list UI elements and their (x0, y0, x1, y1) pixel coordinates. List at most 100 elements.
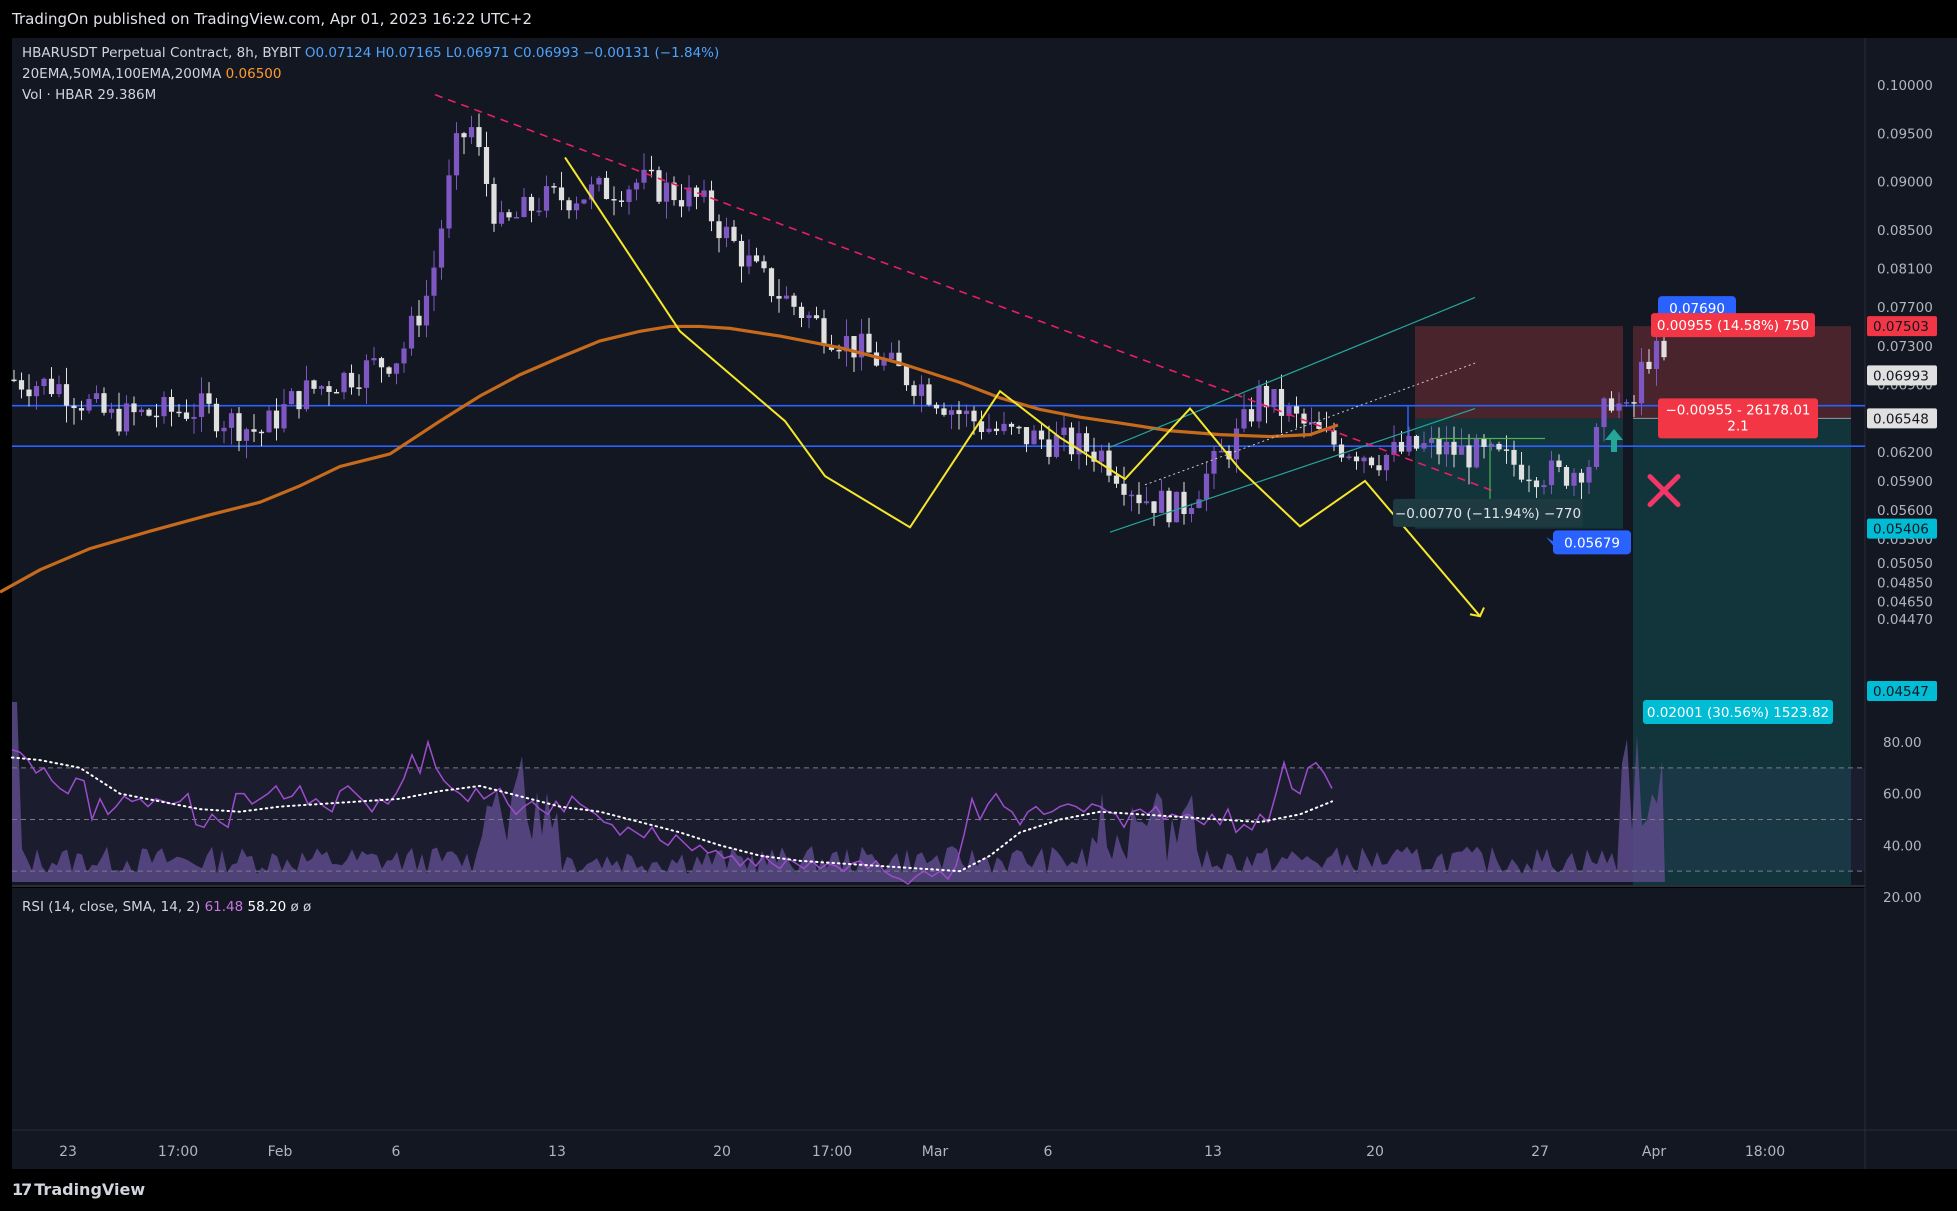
candle-body (1518, 464, 1525, 480)
time-tick-label: 23 (59, 1144, 77, 1160)
candle-body (1181, 491, 1187, 515)
candle-body (461, 133, 467, 138)
candle-body (851, 336, 857, 358)
candle-body (1263, 385, 1270, 408)
candle-body (213, 403, 220, 432)
candle-body (101, 393, 107, 413)
candle-body (1196, 499, 1202, 509)
candle-body (206, 393, 212, 404)
time-tick-label: 17:00 (812, 1144, 852, 1160)
candle-body (333, 391, 340, 394)
candle-body (626, 189, 632, 202)
volume-value: 29.386M (97, 87, 157, 103)
candle-body (123, 403, 130, 432)
candle-body (888, 352, 895, 360)
candle-body (1031, 430, 1037, 445)
candle-body (1068, 427, 1075, 455)
candle-body (416, 315, 422, 326)
candle-body (356, 387, 362, 389)
price-tick-label: 0.09000 (1877, 175, 1933, 191)
candle-body (303, 380, 310, 410)
candle-body (926, 384, 932, 405)
candle-body (1541, 485, 1547, 488)
candle-body (1331, 430, 1337, 445)
candle-body (1023, 427, 1030, 445)
candle-body (281, 404, 287, 429)
candle-body (191, 416, 197, 419)
candle-body (633, 182, 640, 190)
price-label: 0.07503 (1873, 319, 1929, 335)
candle-body (1166, 490, 1172, 523)
price-tick-label: 0.04650 (1877, 595, 1933, 611)
candle-body (813, 315, 820, 319)
candle-body (363, 360, 370, 388)
candle-body (41, 378, 47, 387)
price-tick-label: 0.09500 (1877, 126, 1933, 142)
candle-body (573, 203, 580, 211)
candle-body (476, 127, 482, 148)
candle-body (258, 431, 265, 434)
symbol-legend: HBARUSDT Perpetual Contract, 8h, BYBIT O… (22, 45, 719, 61)
candle-body (783, 295, 790, 299)
time-tick-label: Feb (268, 1144, 293, 1160)
trading-chart[interactable]: 0.10000 0.09500 0.09000 0.08500 0.08100 0.077… (0, 38, 1957, 1169)
candle-body (1638, 361, 1645, 404)
candle-body (1571, 472, 1577, 486)
candle-body (1016, 426, 1022, 429)
candle-body (806, 315, 812, 319)
candle-body (1593, 427, 1600, 467)
candle-body (986, 428, 992, 433)
candle-body (1503, 449, 1510, 451)
candle-body (1203, 473, 1210, 500)
candle-body (1436, 438, 1442, 455)
price-tick-label: 0.08500 (1877, 223, 1933, 239)
candle-body (401, 348, 407, 364)
stop-loss-zone (1415, 326, 1623, 419)
candle-body (716, 221, 722, 239)
candle-body (1233, 428, 1240, 460)
candle-body (821, 318, 827, 346)
tradingview-logo[interactable]: 17 TradingView (12, 1180, 145, 1199)
price-tick-label: 0.08100 (1877, 262, 1933, 278)
time-tick-label: 20 (713, 1144, 731, 1160)
candle-body (1653, 340, 1660, 370)
candle-body (1646, 361, 1652, 370)
candle-body (348, 372, 355, 388)
candle-body (1241, 409, 1247, 429)
candle-body (1038, 430, 1045, 440)
candle-body (836, 349, 842, 352)
price-label: 0.05406 (1873, 522, 1929, 538)
candle-body (941, 408, 947, 415)
candle-body (18, 380, 25, 390)
ma-legend: 20EMA,50MA,100EMA,200MA 0.06500 (22, 66, 281, 82)
candle-body (1458, 445, 1465, 455)
candle-body (918, 384, 925, 396)
candle-body (1173, 491, 1180, 523)
candle-body (1383, 454, 1390, 471)
candle-body (86, 399, 92, 411)
price-tick-label: 0.04850 (1877, 575, 1933, 591)
candle-body (243, 429, 250, 441)
candle-body (26, 389, 32, 397)
price-tick-label: 0.05600 (1877, 503, 1933, 519)
target-label: 0.02001 (30.56%) 1523.82 (1647, 705, 1829, 721)
candle-body (1623, 402, 1630, 404)
candle-body (1361, 457, 1367, 462)
candle-body (483, 147, 490, 184)
rsi-extra: ø ø (290, 899, 312, 915)
candle-body (116, 408, 122, 432)
candle-body (1158, 490, 1165, 513)
candle-body (641, 169, 647, 183)
time-tick-label: 13 (1204, 1144, 1222, 1160)
volume-label: Vol · HBAR (22, 87, 94, 103)
candle-body (776, 296, 782, 299)
candle-body (1143, 501, 1150, 504)
top-bar: TradingOn published on TradingView.com, … (0, 0, 1957, 38)
candle-body (971, 410, 977, 422)
candle-body (866, 333, 872, 353)
candle-body (423, 295, 430, 326)
candle-body (1248, 409, 1255, 422)
candle-body (558, 187, 565, 201)
candle-body (648, 169, 655, 172)
candle-body (311, 380, 317, 389)
